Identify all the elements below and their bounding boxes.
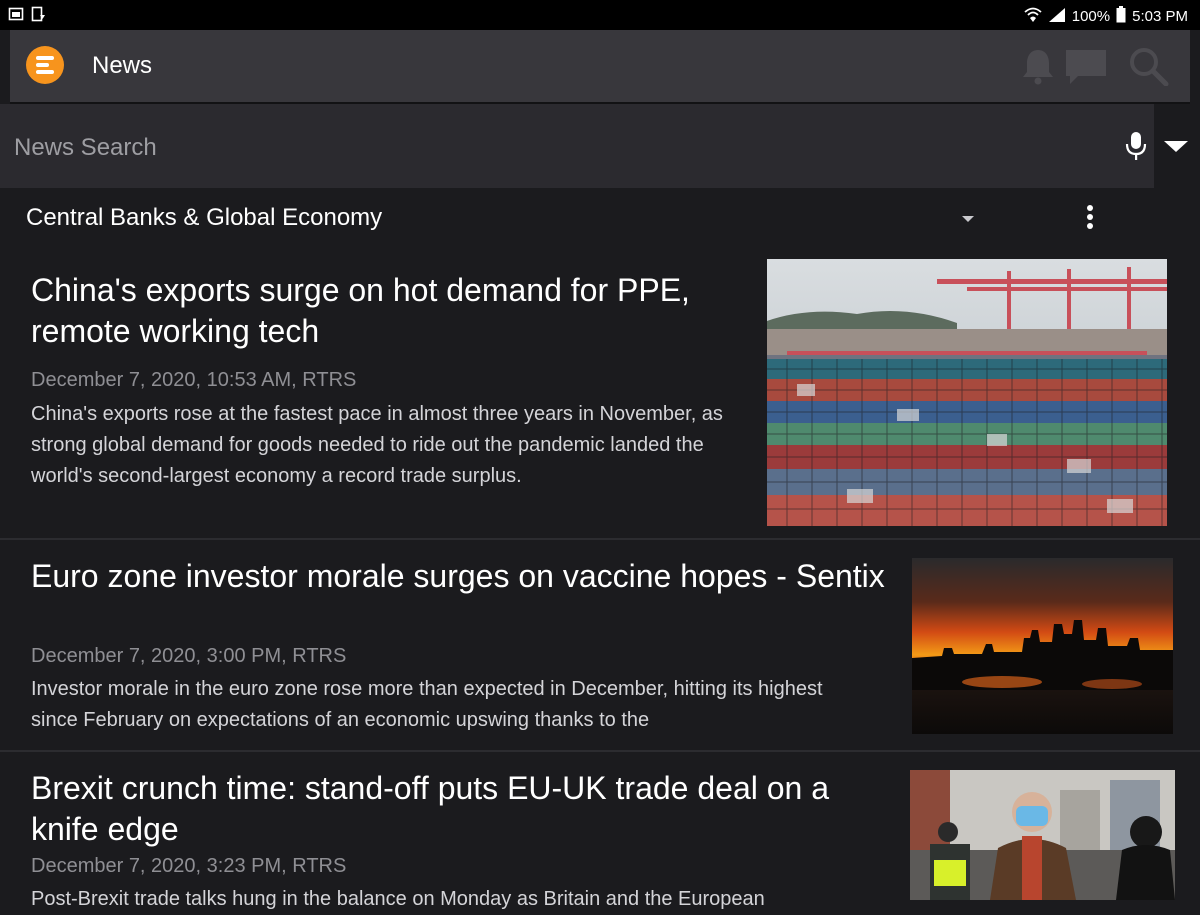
news-article[interactable]: Brexit crunch time: stand-off puts EU-UK… (0, 752, 1200, 910)
article-summary: Investor morale in the euro zone rose mo… (31, 678, 823, 731)
bell-icon[interactable] (1016, 46, 1060, 86)
app-title: News (92, 52, 153, 79)
article-meta: December 7, 2020, 10:53 AM, RTRS (31, 369, 357, 391)
gallery-icon (8, 6, 24, 26)
article-image-city-sunset[interactable] (912, 558, 1173, 734)
news-search-bar (0, 104, 1154, 188)
news-article[interactable]: China's exports surge on hot demand for … (0, 250, 1200, 538)
article-meta: December 7, 2020, 3:00 PM, RTRS (31, 645, 347, 667)
search-options-dropdown[interactable] (1154, 104, 1200, 188)
category-label: Central Banks & Global Economy (26, 204, 383, 231)
article-summary: China's exports rose at the fastest pace… (31, 403, 723, 487)
chat-icon[interactable] (1064, 46, 1108, 86)
news-search-input[interactable] (12, 130, 1066, 166)
category-selector[interactable]: Central Banks & Global Economy (0, 188, 1200, 250)
chevron-down-icon (1164, 141, 1188, 152)
article-meta: December 7, 2020, 3:23 PM, RTRS (31, 855, 347, 877)
app-logo[interactable] (26, 46, 64, 84)
battery-percentage: 100% (1071, 8, 1111, 25)
download-icon (30, 6, 46, 26)
wifi-icon (1024, 7, 1042, 27)
status-bar: 100% 5:03 PM (0, 0, 1200, 30)
more-options-icon[interactable] (1082, 203, 1098, 233)
microphone-icon[interactable] (1124, 130, 1148, 162)
search-icon[interactable] (1126, 46, 1170, 87)
app-bar: News (10, 30, 1190, 104)
news-article[interactable]: Euro zone investor morale surges on vacc… (0, 540, 1200, 750)
article-title[interactable]: Brexit crunch time: stand-off puts EU-UK… (31, 768, 891, 850)
battery-icon (1116, 6, 1126, 27)
clock: 5:03 PM (1132, 8, 1188, 25)
article-image-brexit-street[interactable] (910, 770, 1175, 900)
signal-icon (1048, 7, 1066, 27)
article-image-shipping-port[interactable] (767, 259, 1167, 526)
caret-down-icon[interactable] (960, 212, 976, 230)
article-title[interactable]: Euro zone investor morale surges on vacc… (31, 556, 891, 597)
article-title[interactable]: China's exports surge on hot demand for … (31, 270, 731, 352)
